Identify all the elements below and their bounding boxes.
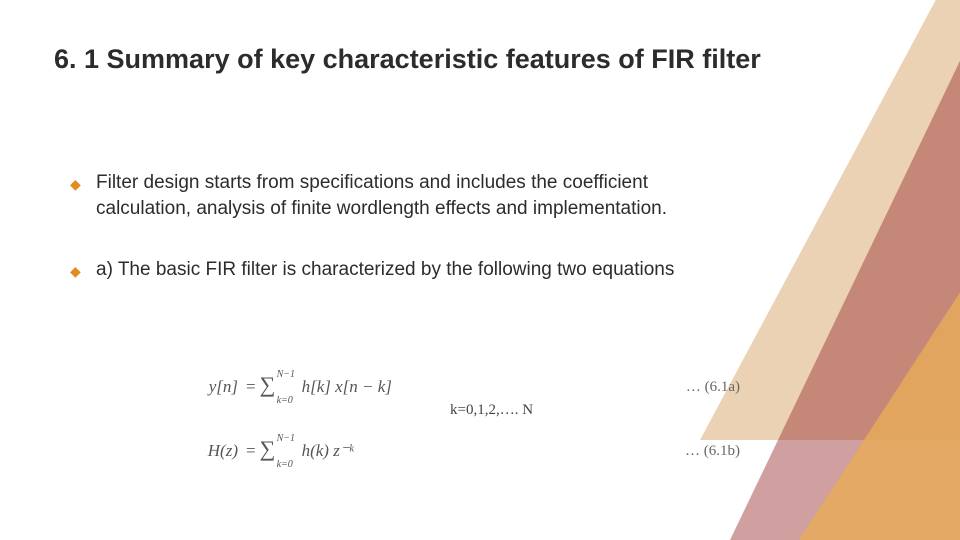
slide-body: ◆ Filter design starts from specificatio… [70, 170, 710, 319]
sum-upper: N−1 [277, 369, 295, 380]
bullet-text: Filter design starts from specifications… [96, 172, 667, 219]
equation-6-1a: y[n] = ∑ N−1 k=0 h[k] x[n − k] … (6.1a) [180, 370, 740, 404]
equations-block: y[n] = ∑ N−1 k=0 h[k] x[n − k] … (6.1a) … [180, 370, 740, 474]
sum-upper: N−1 [277, 433, 295, 444]
eq-lhs: y[n] [180, 377, 242, 397]
eq-equals: = [242, 377, 260, 397]
summation-symbol: ∑ N−1 k=0 [260, 434, 300, 468]
eq-tag: … (6.1a) [686, 379, 740, 396]
sum-lower: k=0 [277, 459, 293, 470]
bullet-text: a) The basic FIR filter is characterized… [96, 259, 674, 280]
decorative-triangle [760, 200, 960, 540]
bullet-item: ◆ a) The basic FIR filter is characteriz… [70, 257, 710, 283]
bullet-arrow-icon: ◆ [70, 262, 81, 281]
sum-lower: k=0 [277, 395, 293, 406]
eq-tag: … (6.1b) [685, 443, 740, 460]
eq-lhs: H(z) [180, 441, 242, 461]
summation-symbol: ∑ N−1 k=0 [260, 370, 300, 404]
eq-equals: = [242, 441, 260, 461]
k-range-text: k=0,1,2,…. N [450, 402, 533, 419]
bullet-arrow-icon: ◆ [70, 175, 81, 194]
slide: 6. 1 Summary of key characteristic featu… [0, 0, 960, 540]
slide-title: 6. 1 Summary of key characteristic featu… [54, 42, 830, 77]
eq-rhs: h[k] x[n − k] [300, 377, 392, 397]
eq-rhs: h(k) z⁻ᵏ [300, 441, 354, 461]
equation-6-1b: H(z) = ∑ N−1 k=0 h(k) z⁻ᵏ … (6.1b) [180, 434, 740, 468]
bullet-item: ◆ Filter design starts from specificatio… [70, 170, 710, 221]
